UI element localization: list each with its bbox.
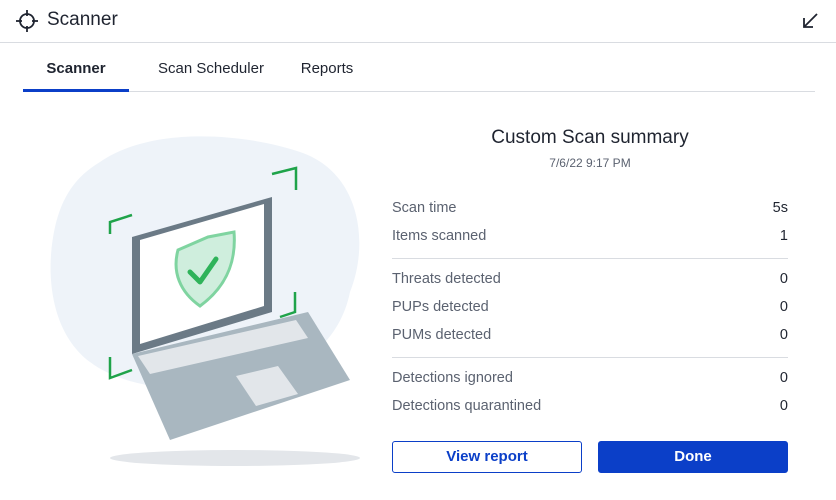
stat-label: Items scanned xyxy=(392,228,487,244)
stat-value: 0 xyxy=(779,271,788,287)
crosshair-icon xyxy=(16,10,38,32)
done-button[interactable]: Done xyxy=(598,441,788,473)
stat-label: PUPs detected xyxy=(392,299,489,315)
stat-value: 5s xyxy=(772,200,788,216)
divider xyxy=(392,357,788,358)
stat-value: 0 xyxy=(779,299,788,315)
arrow-down-left-icon[interactable] xyxy=(800,11,820,31)
stat-row-quarantined: Detections quarantined 0 xyxy=(392,398,788,420)
stat-row-ignored: Detections ignored 0 xyxy=(392,370,788,392)
stat-label: Scan time xyxy=(392,200,457,216)
stat-value: 0 xyxy=(779,327,788,343)
stat-label: PUMs detected xyxy=(392,327,492,343)
stat-value: 1 xyxy=(779,228,788,244)
stat-label: Detections ignored xyxy=(392,370,513,386)
tab-reports[interactable]: Reports xyxy=(289,44,365,91)
stat-row-scan-time: Scan time 5s xyxy=(392,200,788,222)
stat-row-items-scanned: Items scanned 1 xyxy=(392,228,788,250)
stat-label: Threats detected xyxy=(392,271,501,287)
stat-value: 0 xyxy=(779,398,788,414)
tab-scan-scheduler[interactable]: Scan Scheduler xyxy=(141,44,281,91)
tab-scanner[interactable]: Scanner xyxy=(23,44,129,92)
summary-date: 7/6/22 9:17 PM xyxy=(549,156,631,170)
stat-row-pums: PUMs detected 0 xyxy=(392,327,788,349)
stat-label: Detections quarantined xyxy=(392,398,542,414)
divider xyxy=(392,258,788,259)
view-report-button[interactable]: View report xyxy=(392,441,582,473)
window-title: Scanner xyxy=(47,9,118,30)
stat-row-pups: PUPs detected 0 xyxy=(392,299,788,321)
stat-value: 0 xyxy=(779,370,788,386)
summary-title: Custom Scan summary xyxy=(491,127,689,148)
tab-bar: Scanner Scan Scheduler Reports xyxy=(23,44,815,92)
stat-row-threats: Threats detected 0 xyxy=(392,271,788,293)
laptop-shield-illustration xyxy=(50,136,360,466)
title-bar: Scanner xyxy=(0,0,836,43)
shadow-ellipse xyxy=(110,450,360,466)
